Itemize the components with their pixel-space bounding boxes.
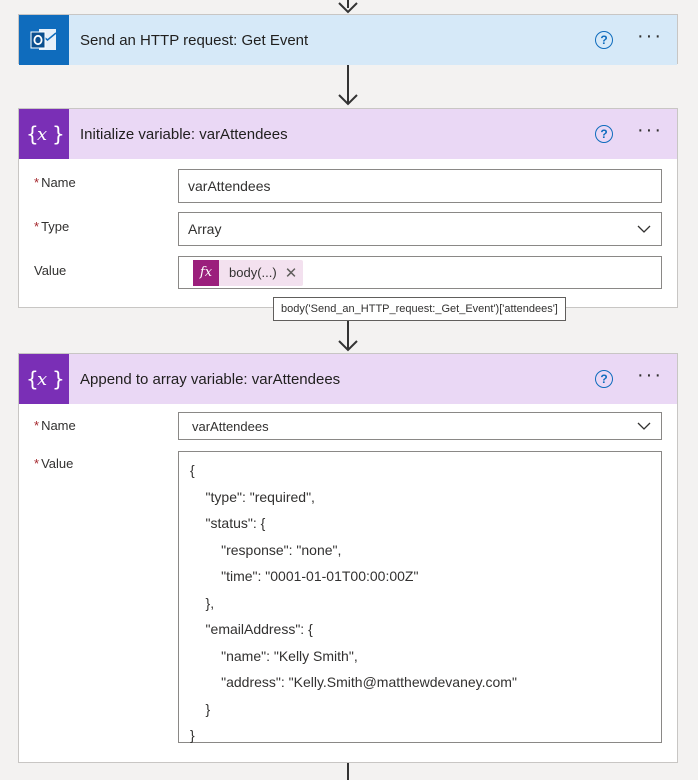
svg-text:x: x xyxy=(37,369,47,390)
code-line: "name": "Kelly Smith", xyxy=(190,647,358,664)
svg-text:}: } xyxy=(52,122,63,146)
expression-token-label: body(...) xyxy=(229,265,277,280)
append-array-title: Append to array variable: varAttendees xyxy=(80,370,341,388)
expression-token[interactable]: fx body(...) ✕ xyxy=(193,259,304,286)
append-array-card: { x } Append to array variable: varAtten… xyxy=(18,353,678,763)
code-line: } xyxy=(190,700,211,717)
more-options-icon[interactable]: ··· xyxy=(637,26,663,49)
code-line: "time": "0001-01-01T00:00:00Z" xyxy=(190,568,419,584)
help-icon[interactable]: ? xyxy=(595,370,614,388)
code-line: "type": "required", xyxy=(190,488,315,505)
http-request-title: Send an HTTP request: Get Event xyxy=(80,31,309,49)
variable-icon: { x } xyxy=(19,109,69,159)
expression-tooltip: body('Send_an_HTTP_request:_Get_Event')[… xyxy=(273,297,566,321)
http-request-card[interactable]: Send an HTTP request: Get Event ? ··· xyxy=(18,14,678,65)
variable-name-input[interactable]: varAttendees xyxy=(178,169,662,203)
svg-text:}: } xyxy=(52,367,63,391)
chevron-down-icon xyxy=(637,422,651,430)
remove-token-icon[interactable]: ✕ xyxy=(285,264,304,282)
type-label: * Type xyxy=(34,219,70,234)
initialize-variable-header[interactable]: { x } Initialize variable: varAttendees … xyxy=(19,109,677,159)
connector-bottom xyxy=(347,763,349,780)
name-label: * Name xyxy=(34,418,76,433)
arrow-top xyxy=(338,2,358,14)
svg-text:x: x xyxy=(37,124,47,145)
code-line: "address": "Kelly.Smith@matthewdevaney.c… xyxy=(190,674,517,690)
append-name-select[interactable]: varAttendees xyxy=(178,412,662,440)
initialize-variable-card: { x } Initialize variable: varAttendees … xyxy=(18,108,678,308)
code-line: "response": "none", xyxy=(190,541,342,558)
arrow-1 xyxy=(338,94,358,106)
code-line: { xyxy=(190,462,195,478)
variable-type-select[interactable]: Array xyxy=(178,212,662,246)
more-options-icon[interactable]: ··· xyxy=(637,120,663,143)
outlook-icon xyxy=(19,15,69,65)
function-icon: fx xyxy=(193,259,219,286)
initialize-variable-title: Initialize variable: varAttendees xyxy=(80,125,288,143)
value-label: * Value xyxy=(34,456,74,471)
code-line: }, xyxy=(190,594,215,611)
code-line: } xyxy=(190,727,195,743)
append-name-row: * Name varAttendees xyxy=(19,412,677,440)
http-request-header[interactable]: Send an HTTP request: Get Event ? ··· xyxy=(19,15,677,65)
code-line: "emailAddress": { xyxy=(190,621,313,637)
append-array-header[interactable]: { x } Append to array variable: varAtten… xyxy=(19,354,677,404)
name-label: * Name xyxy=(34,175,76,190)
type-row: * Type Array xyxy=(19,212,677,246)
more-options-icon[interactable]: ··· xyxy=(637,365,663,388)
code-line: "status": { xyxy=(190,515,266,531)
append-value-editor[interactable]: { "type": "required", "status": { "respo… xyxy=(178,451,662,743)
value-row: Value fx body(...) ✕ xyxy=(19,256,677,290)
help-icon[interactable]: ? xyxy=(595,125,614,143)
variable-value-input[interactable]: fx body(...) ✕ xyxy=(178,256,662,289)
help-icon[interactable]: ? xyxy=(595,31,614,49)
chevron-down-icon xyxy=(637,225,651,233)
variable-icon: { x } xyxy=(19,354,69,404)
value-label: Value xyxy=(34,263,67,278)
name-row: * Name varAttendees xyxy=(19,169,677,203)
arrow-2 xyxy=(338,340,358,352)
